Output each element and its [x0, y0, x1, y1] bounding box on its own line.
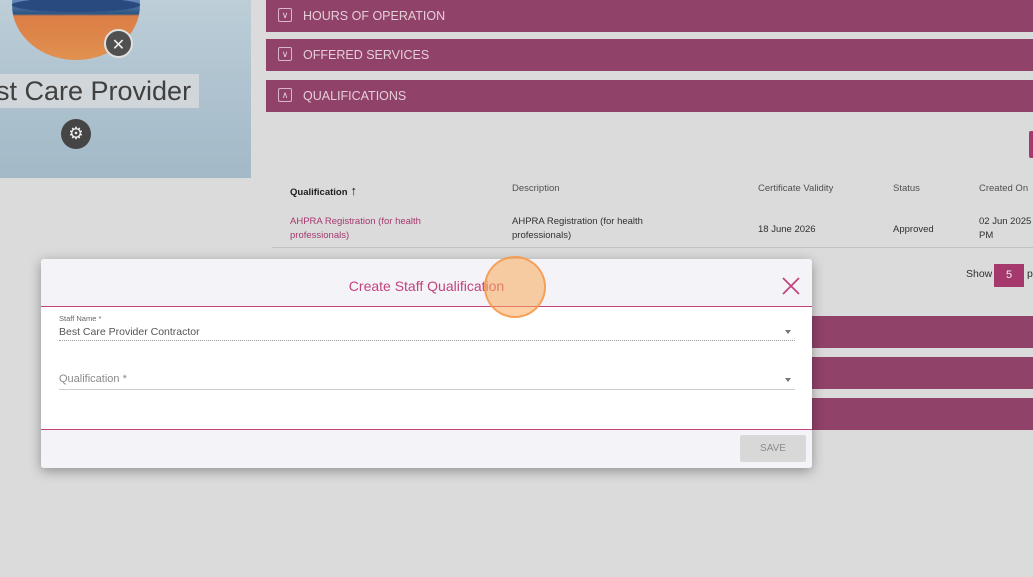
field-underline	[59, 389, 795, 390]
create-staff-qualification-dialog: Create Staff Qualification Staff Name * …	[41, 259, 812, 468]
qualification-placeholder: Qualification *	[59, 373, 127, 385]
modal-title: Create Staff Qualification	[348, 278, 505, 294]
qualification-select[interactable]: Qualification *	[59, 373, 795, 390]
save-button[interactable]: SAVE	[740, 435, 806, 462]
close-icon[interactable]	[780, 275, 802, 297]
staff-name-label: Staff Name *	[59, 314, 102, 323]
staff-name-field[interactable]: Staff Name * Best Care Provider Contract…	[59, 314, 795, 341]
field-underline	[59, 340, 795, 341]
modal-footer: SAVE	[41, 429, 812, 468]
modal-header: Create Staff Qualification	[41, 259, 812, 307]
click-indicator	[484, 256, 546, 318]
chevron-down-icon	[785, 330, 791, 334]
chevron-down-icon	[785, 378, 791, 382]
staff-name-value: Best Care Provider Contractor	[59, 326, 200, 338]
